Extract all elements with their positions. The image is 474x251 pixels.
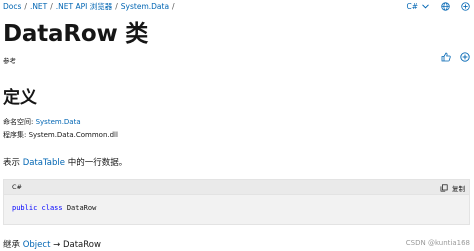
breadcrumb-separator: / xyxy=(50,2,53,11)
language-label: C# xyxy=(406,2,418,11)
code-keyword-public: public xyxy=(12,204,38,212)
namespace-label: 命名空间: xyxy=(3,118,34,126)
top-bar: Docs / .NET / .NET API 浏览器 / System.Data / C# xyxy=(0,0,474,14)
assembly-line: 程序集: System.Data.Common.dll xyxy=(3,131,118,140)
code-text: public class DataRow xyxy=(4,195,469,222)
inheritance-arrow: → xyxy=(53,240,61,250)
breadcrumb-api-browser[interactable]: .NET API 浏览器 xyxy=(56,2,112,11)
plus-circle-icon[interactable] xyxy=(460,52,470,62)
breadcrumb-dotnet[interactable]: .NET xyxy=(30,2,47,11)
copy-label: 复制 xyxy=(452,185,465,193)
toolbar: C# xyxy=(406,1,470,12)
breadcrumb-separator: / xyxy=(115,2,118,11)
reference-label: 参考 xyxy=(3,57,16,65)
code-type-name: DataRow xyxy=(66,204,97,212)
copy-button[interactable]: 复制 xyxy=(439,183,465,193)
breadcrumb-docs[interactable]: Docs xyxy=(3,2,21,11)
globe-icon[interactable] xyxy=(440,2,450,12)
breadcrumb-separator: / xyxy=(24,2,27,11)
assembly-label: 程序集: xyxy=(3,131,27,139)
code-block: C# 复制 public class DataRow xyxy=(3,179,470,225)
description-prefix: 表示 xyxy=(3,158,21,168)
breadcrumb-system-data[interactable]: System.Data xyxy=(121,2,169,11)
language-selector[interactable]: C# xyxy=(406,2,430,12)
code-keyword-class: class xyxy=(41,204,63,212)
object-link[interactable]: Object xyxy=(23,240,51,250)
inheritance-label: 继承 xyxy=(3,240,21,250)
watermark: CSDN @kuntia168 xyxy=(405,239,470,247)
code-language: C# xyxy=(12,183,22,191)
definition-heading: 定义 xyxy=(3,88,37,108)
page-title: DataRow 类 xyxy=(3,21,149,47)
code-header: C# 复制 xyxy=(4,180,469,195)
chevron-down-icon xyxy=(420,2,430,12)
class-description: 表示 DataTable 中的一行数据。 xyxy=(3,158,127,169)
breadcrumb: Docs / .NET / .NET API 浏览器 / System.Data / xyxy=(3,2,178,11)
breadcrumb-separator: / xyxy=(172,2,175,11)
inheritance-line: 继承 Object → DataRow xyxy=(3,240,101,250)
plus-circle-icon[interactable] xyxy=(460,2,470,12)
thumbs-up-icon[interactable] xyxy=(441,52,451,62)
namespace-line: 命名空间: System.Data xyxy=(3,118,81,127)
assembly-value: System.Data.Common.dll xyxy=(28,131,118,139)
datatable-link[interactable]: DataTable xyxy=(23,158,65,168)
copy-icon xyxy=(439,183,449,193)
description-suffix: 中的一行数据。 xyxy=(67,158,128,168)
namespace-link[interactable]: System.Data xyxy=(36,118,81,126)
inheritance-derived: DataRow xyxy=(62,240,101,250)
feedback-icons xyxy=(441,52,470,62)
